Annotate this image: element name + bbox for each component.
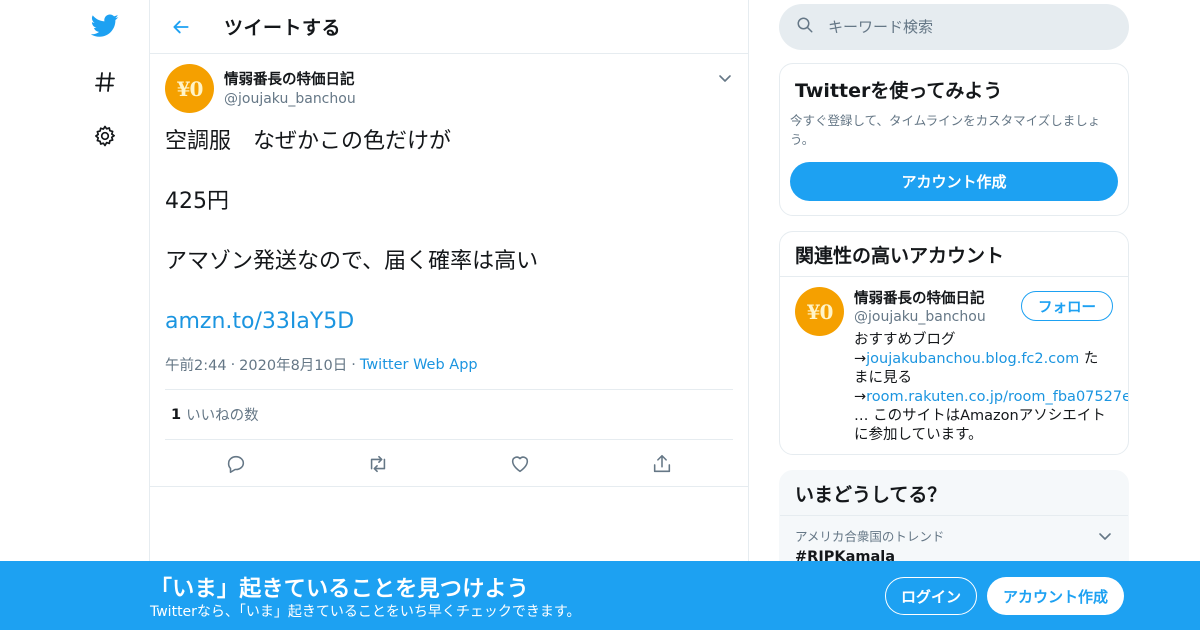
related-user[interactable]: ¥0 情弱番長の特価日記 @joujaku_banchou おすすめブログ →jo…	[780, 277, 1128, 445]
related-accounts-title: 関連性の高いアカウント	[780, 232, 1128, 277]
avatar[interactable]: ¥0	[165, 64, 214, 113]
tweet-author: ¥0 情弱番長の特価日記 @joujaku_banchou	[165, 64, 733, 113]
signup-banner: 「いま」起きていることを見つけよう Twitterなら、「いま」起きていることを…	[0, 561, 1200, 630]
author-name[interactable]: 情弱番長の特価日記	[224, 68, 356, 89]
bio-arrow: →	[854, 351, 867, 367]
signup-card-title: Twitterを使ってみよう	[795, 80, 1003, 102]
login-button[interactable]: ログイン	[885, 577, 977, 615]
twitter-bird-icon[interactable]	[91, 12, 119, 40]
likes-count: 1	[171, 406, 182, 423]
bio-text: … このサイトはAmazonアソシエイトに参加しています。	[854, 408, 1106, 443]
likes-row[interactable]: 1 いいねの数	[165, 389, 733, 440]
tweet-line: 425円	[165, 189, 229, 214]
sidebar: Twitterを使ってみよう 今すぐ登録して、タイムラインをカスタマイズしましょ…	[779, 0, 1129, 590]
separator-dot: ·	[351, 356, 356, 373]
likes-label: いいねの数	[186, 408, 259, 424]
reply-icon[interactable]	[216, 444, 256, 484]
tweet-actions	[165, 440, 733, 488]
page-title: ツイートする	[224, 17, 342, 39]
hashtag-icon[interactable]	[91, 68, 119, 96]
like-icon[interactable]	[500, 444, 540, 484]
bio-link-rakuten[interactable]: room.rakuten.co.jp/room_fba07527e	[866, 389, 1128, 405]
tweet-line: 空調服 なぜかこの色だけが	[165, 129, 452, 154]
tweet-source[interactable]: Twitter Web App	[360, 357, 478, 373]
separator-dot: ·	[230, 356, 236, 373]
create-account-button[interactable]: アカウント作成	[790, 162, 1118, 201]
trends-title: いまどうしてる？	[780, 471, 1128, 516]
trend-context: アメリカ合衆国のトレンド	[795, 529, 945, 544]
search-box[interactable]	[779, 4, 1129, 50]
tweet-date[interactable]: 2020年8月10日	[239, 354, 347, 375]
gear-icon[interactable]	[91, 122, 119, 150]
search-input[interactable]	[828, 18, 1088, 36]
tweet-time[interactable]: 午前2:44	[165, 354, 227, 375]
follow-button[interactable]: フォロー	[1021, 291, 1113, 321]
banner-title: 「いま」起きていることを見つけよう	[150, 577, 530, 602]
avatar[interactable]: ¥0	[795, 287, 844, 336]
left-nav	[0, 0, 150, 630]
search-icon	[796, 16, 814, 38]
chevron-down-icon[interactable]	[1097, 528, 1113, 544]
chevron-down-icon[interactable]	[717, 70, 733, 86]
tweet-text: 空調服 なぜかこの色だけが 425円 アマゾン発送なので、届く確率は高い amz…	[165, 127, 733, 337]
bio-arrow: →	[854, 389, 867, 405]
author-handle[interactable]: @joujaku_banchou	[224, 91, 356, 107]
banner-create-account-button[interactable]: アカウント作成	[987, 577, 1124, 615]
tweet-line: アマゾン発送なので、届く確率は高い	[165, 249, 539, 274]
author-text: 情弱番長の特価日記 @joujaku_banchou	[224, 68, 356, 107]
related-accounts-card: 関連性の高いアカウント ¥0 情弱番長の特価日記 @joujaku_bancho…	[779, 231, 1129, 455]
signup-card-description: 今すぐ登録して、タイムラインをカスタマイズしましょう。	[790, 113, 1101, 147]
share-icon[interactable]	[642, 444, 682, 484]
tweet-link[interactable]: amzn.to/33IaY5D	[165, 309, 354, 334]
bio-intro: おすすめブログ	[854, 332, 956, 348]
related-user-bio: おすすめブログ →joujakubanchou.blog.fc2.com たまに見…	[854, 331, 1128, 445]
bio-link-blog[interactable]: joujakubanchou.blog.fc2.com	[866, 351, 1079, 367]
signup-card: Twitterを使ってみよう 今すぐ登録して、タイムラインをカスタマイズしましょ…	[779, 63, 1129, 216]
tweet-header: ツイートする	[150, 0, 748, 54]
back-arrow-icon[interactable]	[163, 9, 199, 45]
tweet: ¥0 情弱番長の特価日記 @joujaku_banchou 空調服 なぜかこの色…	[150, 54, 748, 487]
banner-subtitle: Twitterなら、「いま」起きていることをいち早くチェックできます。	[150, 604, 581, 620]
retweet-icon[interactable]	[358, 444, 398, 484]
tweet-meta: 午前2:44 · 2020年8月10日 · Twitter Web App	[165, 354, 733, 375]
tweet-column: ツイートする ¥0 情弱番長の特価日記 @joujaku_banchou 空調服…	[149, 0, 749, 630]
